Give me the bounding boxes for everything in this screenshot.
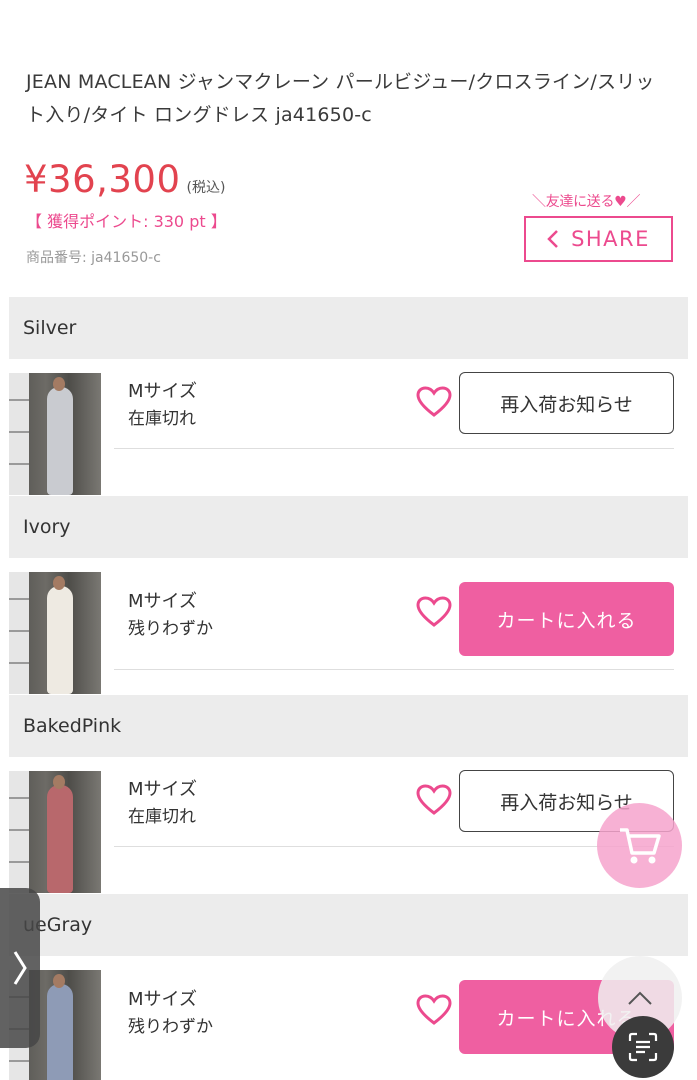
- cart-icon: [619, 827, 661, 863]
- color-header-bakedpink: BakedPink: [9, 695, 688, 757]
- chevron-left-icon: [547, 230, 558, 248]
- variant-size: Mサイズ: [128, 591, 197, 612]
- heart-outline-icon[interactable]: [416, 386, 452, 418]
- divider: [114, 846, 674, 847]
- share-label: SHARE: [571, 227, 650, 251]
- divider: [114, 448, 674, 449]
- price: ¥36,300: [24, 158, 181, 201]
- color-name: BakedPink: [23, 715, 122, 737]
- share-button[interactable]: SHARE: [524, 216, 673, 262]
- scan-text-icon: [628, 1032, 658, 1062]
- variant-stock: 残りわずか: [128, 1017, 213, 1037]
- tax-label: (税込): [186, 180, 226, 196]
- product-thumbnail[interactable]: [9, 572, 101, 694]
- variant-row-bluegray: Mサイズ 残りわずか カートに入れる: [0, 956, 697, 1080]
- variant-size: Mサイズ: [128, 779, 197, 800]
- divider: [114, 669, 674, 670]
- side-drawer-tab[interactable]: [0, 888, 40, 1048]
- product-number: 商品番号: ja41650-c: [26, 250, 161, 266]
- color-header-ivory: Ivory: [9, 496, 688, 558]
- variant-row-bakedpink: Mサイズ 在庫切れ 再入荷お知らせ: [0, 757, 697, 893]
- color-header-bluegray: ueGray: [9, 894, 688, 956]
- product-thumbnail[interactable]: [9, 771, 101, 893]
- variant-stock: 在庫切れ: [128, 807, 196, 827]
- points-earned: 【 獲得ポイント: 330 pt 】: [26, 212, 227, 231]
- color-name: Silver: [23, 317, 77, 339]
- variant-size: Mサイズ: [128, 989, 197, 1010]
- product-thumbnail[interactable]: [9, 373, 101, 495]
- variant-row-silver: Mサイズ 在庫切れ 再入荷お知らせ: [0, 359, 697, 495]
- price-row: ¥36,300 (税込): [24, 158, 225, 201]
- restock-notify-button[interactable]: 再入荷お知らせ: [459, 372, 674, 434]
- heart-outline-icon[interactable]: [416, 596, 452, 628]
- cart-fab-button[interactable]: [597, 803, 682, 888]
- variant-row-ivory: Mサイズ 残りわずか カートに入れる: [0, 558, 697, 694]
- variant-stock: 残りわずか: [128, 619, 213, 639]
- variant-size: Mサイズ: [128, 381, 197, 402]
- add-to-cart-button[interactable]: カートに入れる: [459, 582, 674, 656]
- product-title: JEAN MACLEAN ジャンマクレーン パールビジュー/クロスライン/スリッ…: [26, 71, 655, 126]
- color-header-silver: Silver: [9, 297, 688, 359]
- heart-outline-icon[interactable]: [416, 994, 452, 1026]
- variant-stock: 在庫切れ: [128, 409, 196, 429]
- chevron-right-icon: [13, 951, 27, 985]
- chevron-up-icon: [628, 991, 652, 1005]
- share-caption: ＼友達に送る♥／: [532, 194, 641, 210]
- scan-text-button[interactable]: [612, 1016, 674, 1078]
- color-name: Ivory: [23, 516, 71, 538]
- heart-outline-icon[interactable]: [416, 784, 452, 816]
